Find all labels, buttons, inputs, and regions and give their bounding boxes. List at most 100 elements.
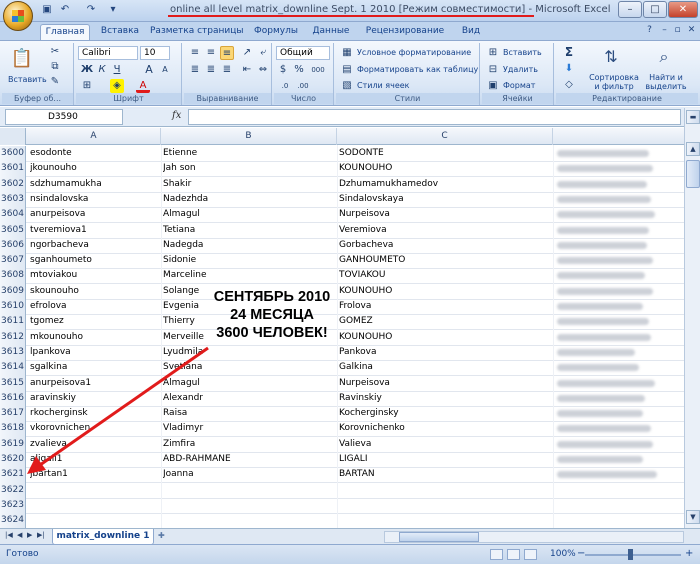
cell-last-name[interactable] — [339, 513, 551, 528]
cell-last-name[interactable]: Sindalovskaya — [339, 192, 551, 208]
tab-insert[interactable]: Вставка — [96, 24, 144, 40]
cell-username[interactable]: efrolova — [30, 299, 160, 315]
tab-formulas[interactable]: Формулы — [250, 24, 302, 40]
font-name-select[interactable]: Calibri — [78, 46, 138, 60]
cell-last-name[interactable]: Frolova — [339, 299, 551, 315]
cell-username[interactable]: lpankova — [30, 345, 160, 361]
vertical-scrollbar[interactable]: ▬ ▲ ▼ — [684, 108, 700, 528]
cell-last-name[interactable]: KOUNOUHO — [339, 330, 551, 346]
scroll-down-icon[interactable]: ▼ — [686, 510, 700, 524]
row-header[interactable]: 3612 — [0, 329, 26, 346]
tab-data[interactable]: Данные — [308, 24, 354, 40]
cell-last-name[interactable]: TOVIAKOU — [339, 268, 551, 284]
ribbon-close-icon[interactable]: ✕ — [685, 25, 698, 37]
cell-username[interactable]: sgalkina — [30, 360, 160, 376]
office-button[interactable] — [3, 1, 33, 31]
undo-icon[interactable]: ↶ — [58, 4, 72, 17]
cell-first-name[interactable]: Lyudmila — [163, 345, 335, 361]
font-color-icon[interactable]: A — [136, 79, 150, 93]
cell-email-blurred[interactable] — [557, 348, 635, 356]
cell-first-name[interactable]: Almagul — [163, 376, 335, 392]
format-cells-button[interactable]: Формат — [503, 81, 535, 90]
horizontal-scrollbar[interactable] — [384, 531, 684, 543]
zoom-slider[interactable] — [585, 554, 681, 556]
align-right-icon[interactable]: ≣ — [220, 63, 234, 77]
cell-email-blurred[interactable] — [557, 410, 643, 418]
save-icon[interactable]: ▣ — [40, 4, 54, 17]
cell-email-blurred[interactable] — [557, 440, 653, 448]
cell-username[interactable]: nsindalovska — [30, 192, 160, 208]
cell-first-name[interactable] — [163, 498, 335, 514]
row-header[interactable]: 3604 — [0, 207, 26, 224]
row-header[interactable]: 3609 — [0, 283, 26, 300]
cell-email-blurred[interactable] — [557, 333, 651, 341]
scroll-thumb[interactable] — [686, 160, 700, 188]
formula-input[interactable] — [188, 109, 681, 125]
cell-last-name[interactable]: GOMEZ — [339, 314, 551, 330]
cell-first-name[interactable]: Joanna — [163, 467, 335, 483]
row-header[interactable]: 3605 — [0, 222, 26, 239]
merge-center-icon[interactable]: ⇔ — [256, 63, 270, 77]
grow-font-button[interactable]: A — [142, 63, 156, 77]
split-icon[interactable]: ▬ — [686, 110, 700, 124]
tab-page-layout[interactable]: Разметка страницы — [150, 24, 244, 40]
row-header[interactable]: 3610 — [0, 299, 26, 315]
insert-function-button[interactable]: fx — [172, 110, 181, 121]
align-middle-icon[interactable]: ≡ — [204, 46, 218, 60]
cell-first-name[interactable]: Nadegda — [163, 238, 335, 254]
fill-color-icon[interactable]: ◈ — [110, 79, 124, 93]
cell-last-name[interactable]: Dzhumamukhamedov — [339, 177, 551, 193]
paste-button[interactable]: Вставить — [8, 75, 47, 84]
align-top-icon[interactable]: ≡ — [188, 46, 202, 60]
cell-username[interactable] — [30, 513, 160, 528]
page-break-view-icon[interactable] — [524, 549, 537, 560]
cell-email-blurred[interactable] — [557, 456, 643, 463]
cell-email-blurred[interactable] — [557, 318, 649, 326]
cell-username[interactable] — [30, 498, 160, 514]
cell-email-blurred[interactable] — [557, 257, 653, 265]
cell-email-blurred[interactable] — [557, 471, 657, 479]
cell-last-name[interactable]: Ravinskiy — [339, 391, 551, 407]
cell-username[interactable]: sganhoumeto — [30, 253, 160, 269]
cell-last-name[interactable] — [339, 498, 551, 514]
cell-last-name[interactable]: KOUNOUHO — [339, 161, 551, 177]
name-box[interactable]: D3590 — [5, 109, 123, 125]
cell-username[interactable]: jkounouho — [30, 161, 160, 177]
cell-first-name[interactable]: Vladimyr — [163, 421, 335, 437]
italic-button[interactable]: К — [95, 63, 109, 77]
cell-last-name[interactable]: Galkina — [339, 360, 551, 376]
cell-first-name[interactable]: Etienne — [163, 146, 335, 162]
prev-sheet-icon[interactable]: ◀ — [17, 531, 22, 539]
row-header[interactable]: 3624 — [0, 513, 26, 528]
cell-first-name[interactable]: Tetiana — [163, 223, 335, 239]
cell-username[interactable]: esodonte — [30, 146, 160, 162]
cell-email-blurred[interactable] — [557, 150, 649, 157]
cell-last-name[interactable]: Korovnichenko — [339, 421, 551, 437]
cell-username[interactable]: jbartan1 — [30, 467, 160, 483]
cell-email-blurred[interactable] — [557, 425, 651, 433]
cell-last-name[interactable]: GANHOUMETO — [339, 253, 551, 269]
cell-username[interactable]: anurpeisova — [30, 207, 160, 223]
row-header[interactable]: 3606 — [0, 237, 26, 254]
close-button[interactable]: ✕ — [668, 1, 698, 18]
cell-last-name[interactable]: Gorbacheva — [339, 238, 551, 254]
cell-last-name[interactable]: Nurpeisova — [339, 207, 551, 223]
autosum-button[interactable]: Σ — [562, 45, 576, 59]
cell-username[interactable]: aravinskiy — [30, 391, 160, 407]
row-header[interactable]: 3623 — [0, 497, 26, 514]
normal-view-icon[interactable] — [490, 549, 503, 560]
select-all-corner[interactable] — [0, 128, 26, 145]
cell-email-blurred[interactable] — [557, 379, 655, 387]
cell-username[interactable] — [30, 483, 160, 499]
clear-icon[interactable]: ◇ — [562, 78, 576, 92]
align-center-icon[interactable]: ≣ — [204, 63, 218, 77]
cell-email-blurred[interactable] — [557, 241, 647, 249]
column-header-c[interactable]: C — [337, 128, 553, 145]
row-header[interactable]: 3603 — [0, 191, 26, 208]
underline-button[interactable]: Ч — [110, 63, 124, 77]
cell-email-blurred[interactable] — [557, 226, 649, 234]
cell-first-name[interactable]: Jah son — [163, 161, 335, 177]
cell-styles-button[interactable]: Стили ячеек — [357, 81, 410, 90]
column-header-b[interactable]: B — [161, 128, 337, 145]
cell-email-blurred[interactable] — [557, 272, 645, 280]
